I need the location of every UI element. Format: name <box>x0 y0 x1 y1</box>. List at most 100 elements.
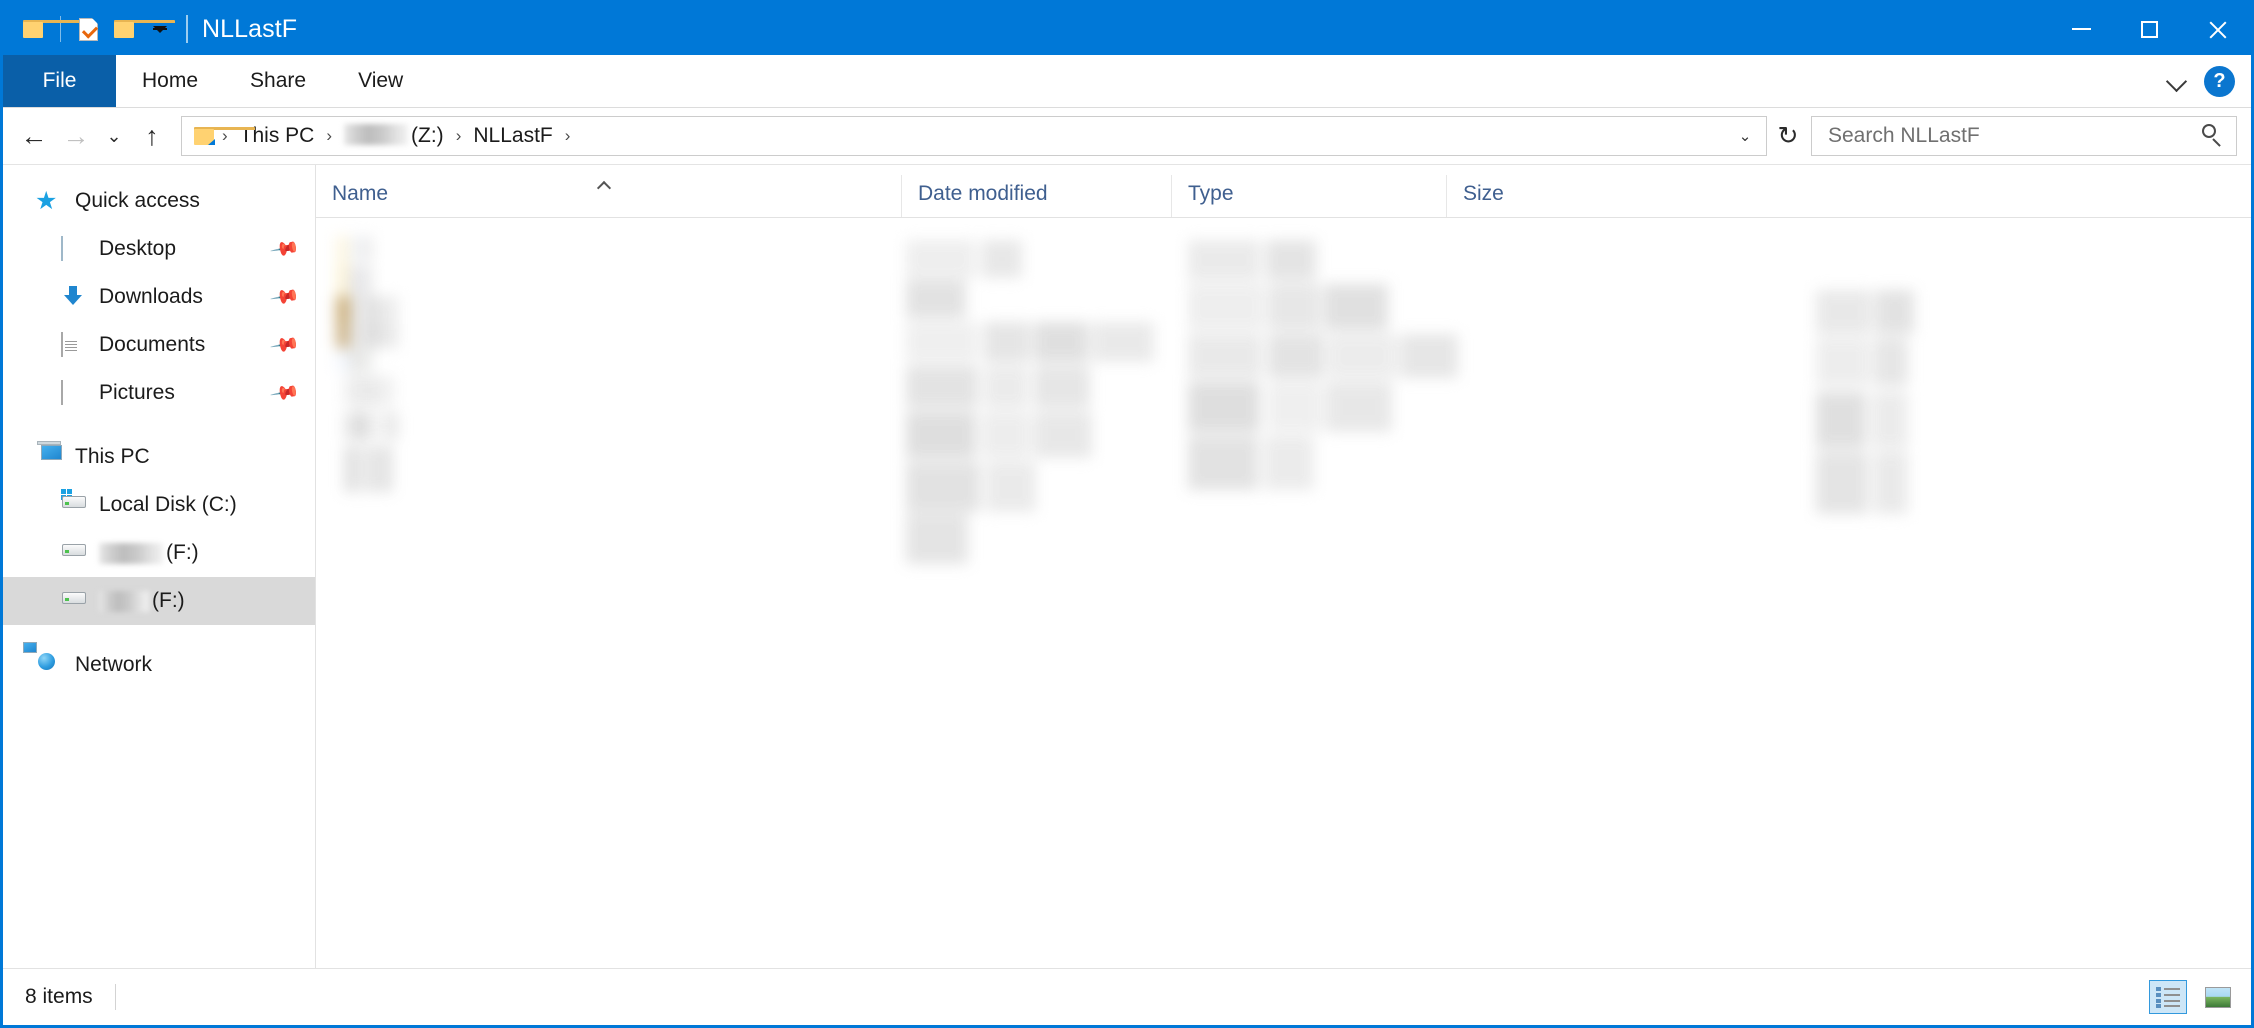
refresh-button[interactable]: ↻ <box>1769 117 1807 155</box>
column-header-size[interactable]: Size <box>1446 175 1626 217</box>
window-controls <box>2047 3 2251 55</box>
up-button[interactable]: ↑ <box>131 115 173 157</box>
sidebar-item-label: This PC <box>75 445 150 468</box>
column-header-label: Size <box>1463 182 1504 205</box>
pin-icon[interactable]: 📌 <box>269 328 302 361</box>
search-icon[interactable] <box>2200 123 2226 149</box>
column-header-type[interactable]: Type <box>1171 175 1446 217</box>
sidebar-item-label: Desktop <box>99 237 177 260</box>
pin-icon[interactable]: 📌 <box>269 232 302 265</box>
folder-glyph <box>22 20 84 38</box>
column-header-date-modified[interactable]: Date modified <box>901 175 1171 217</box>
breadcrumb-dropdown-chevron-down-icon[interactable]: ⌄ <box>1730 119 1760 153</box>
document-check-glyph <box>78 17 98 41</box>
breadcrumb[interactable]: › This PC › (Z:) › NLLastF › ⌄ <box>181 116 1767 156</box>
back-button[interactable]: ← <box>13 115 55 157</box>
tab-share[interactable]: Share <box>224 55 332 107</box>
redacted-drive-label <box>99 590 149 612</box>
file-list-items[interactable] <box>316 218 2251 968</box>
sidebar-item-label: (F:) <box>152 589 185 612</box>
minimize-button[interactable] <box>2047 3 2115 55</box>
breadcrumb-folder-icon[interactable] <box>194 127 255 145</box>
sidebar-item-documents[interactable]: Documents 📌 <box>3 321 315 369</box>
file-list-pane: Name Date modified Type Size <box>316 165 2251 968</box>
redacted-date-column <box>906 240 1166 570</box>
breadcrumb-item-nllastf[interactable]: NLLastF <box>468 124 557 148</box>
details-view-icon <box>2156 986 2180 1008</box>
sidebar-item-label: Downloads <box>99 285 203 308</box>
forward-button[interactable]: → <box>55 115 97 157</box>
column-header-name[interactable]: Name <box>316 175 901 217</box>
redacted-name-column <box>334 236 534 576</box>
title-bar: NLLastF <box>3 3 2251 55</box>
sidebar-item-label: Network <box>75 653 153 676</box>
maximize-icon <box>2140 20 2158 38</box>
sidebar-group-spacer <box>3 625 315 641</box>
column-header-row: Name Date modified Type Size <box>316 165 2251 218</box>
maximize-button[interactable] <box>2115 3 2183 55</box>
expand-ribbon-chevron-down-icon[interactable] <box>2166 70 2188 92</box>
new-folder-icon[interactable] <box>106 9 175 49</box>
document-icon <box>61 332 87 357</box>
chevron-down-icon <box>153 25 167 33</box>
breadcrumb-separator[interactable]: › <box>558 126 578 146</box>
address-bar: ← → ⌄ ↑ › This PC › (Z:) › NLLastF › ⌄ ↻ <box>3 108 2251 165</box>
sidebar-item-network[interactable]: Network <box>3 641 315 689</box>
tab-home[interactable]: Home <box>116 55 224 107</box>
help-button[interactable]: ? <box>2204 65 2235 97</box>
search-box[interactable] <box>1811 116 2237 156</box>
ribbon-right-controls: ? <box>2166 55 2251 107</box>
item-count-text: 8 items <box>25 985 93 1008</box>
sidebar-group-spacer <box>3 417 315 433</box>
navigation-pane[interactable]: ★ Quick access Desktop 📌 Downloads 📌 Doc… <box>3 165 316 968</box>
breadcrumb-separator[interactable]: › <box>319 126 339 146</box>
pin-icon[interactable]: 📌 <box>269 376 302 409</box>
drive-icon <box>61 589 87 613</box>
sidebar-item-local-disk-c[interactable]: Local Disk (C:) <box>3 481 315 529</box>
sidebar-item-downloads[interactable]: Downloads 📌 <box>3 273 315 321</box>
properties-icon[interactable] <box>70 9 106 49</box>
sidebar-item-desktop[interactable]: Desktop 📌 <box>3 225 315 273</box>
qat-separator-2 <box>186 15 188 43</box>
download-icon <box>61 285 87 309</box>
large-icons-view-button[interactable] <box>2199 980 2237 1014</box>
tab-file[interactable]: File <box>3 55 116 107</box>
redacted-type-column <box>1188 240 1458 580</box>
sidebar-item-label: (F:) <box>166 541 199 564</box>
sidebar-item-label: Local Disk (C:) <box>99 493 237 516</box>
recent-locations-chevron-down-icon[interactable]: ⌄ <box>97 115 131 157</box>
sidebar-item-this-pc[interactable]: This PC <box>3 433 315 481</box>
sidebar-item-drive-f-1[interactable]: (F:) <box>3 529 315 577</box>
close-icon <box>2207 19 2228 40</box>
window-title: NLLastF <box>202 14 298 43</box>
sidebar-item-label: Quick access <box>75 189 200 212</box>
customize-qat-caret[interactable] <box>142 9 178 49</box>
status-bar: 8 items <box>3 968 2251 1025</box>
sidebar-item-label: Pictures <box>99 381 175 404</box>
tab-view[interactable]: View <box>332 55 429 107</box>
computer-icon <box>37 441 63 469</box>
pictures-icon <box>61 380 87 405</box>
search-input[interactable] <box>1826 123 2200 149</box>
sidebar-item-label: Documents <box>99 333 206 356</box>
sidebar-item-quick-access[interactable]: ★ Quick access <box>3 177 315 225</box>
system-folder-icon[interactable] <box>15 9 84 49</box>
close-button[interactable] <box>2183 3 2251 55</box>
minimize-icon <box>2071 28 2091 30</box>
sidebar-item-drive-f-2[interactable]: (F:) <box>3 577 315 625</box>
breadcrumb-separator[interactable]: › <box>449 126 469 146</box>
desktop-icon <box>61 236 87 261</box>
quick-access-toolbar: NLLastF <box>3 3 297 55</box>
network-icon <box>23 642 63 677</box>
ribbon-tab-bar: File Home Share View ? <box>3 55 2251 108</box>
sort-ascending-icon <box>598 181 611 188</box>
breadcrumb-item-drive-z[interactable]: (Z:) <box>339 124 449 148</box>
sidebar-item-pictures[interactable]: Pictures 📌 <box>3 369 315 417</box>
details-view-button[interactable] <box>2149 980 2187 1014</box>
column-header-label: Name <box>332 182 389 205</box>
drive-icon <box>61 541 87 565</box>
large-icons-view-icon <box>2205 986 2231 1008</box>
pin-icon[interactable]: 📌 <box>269 280 302 313</box>
folder-glyph <box>113 20 175 38</box>
status-separator <box>114 984 116 1010</box>
